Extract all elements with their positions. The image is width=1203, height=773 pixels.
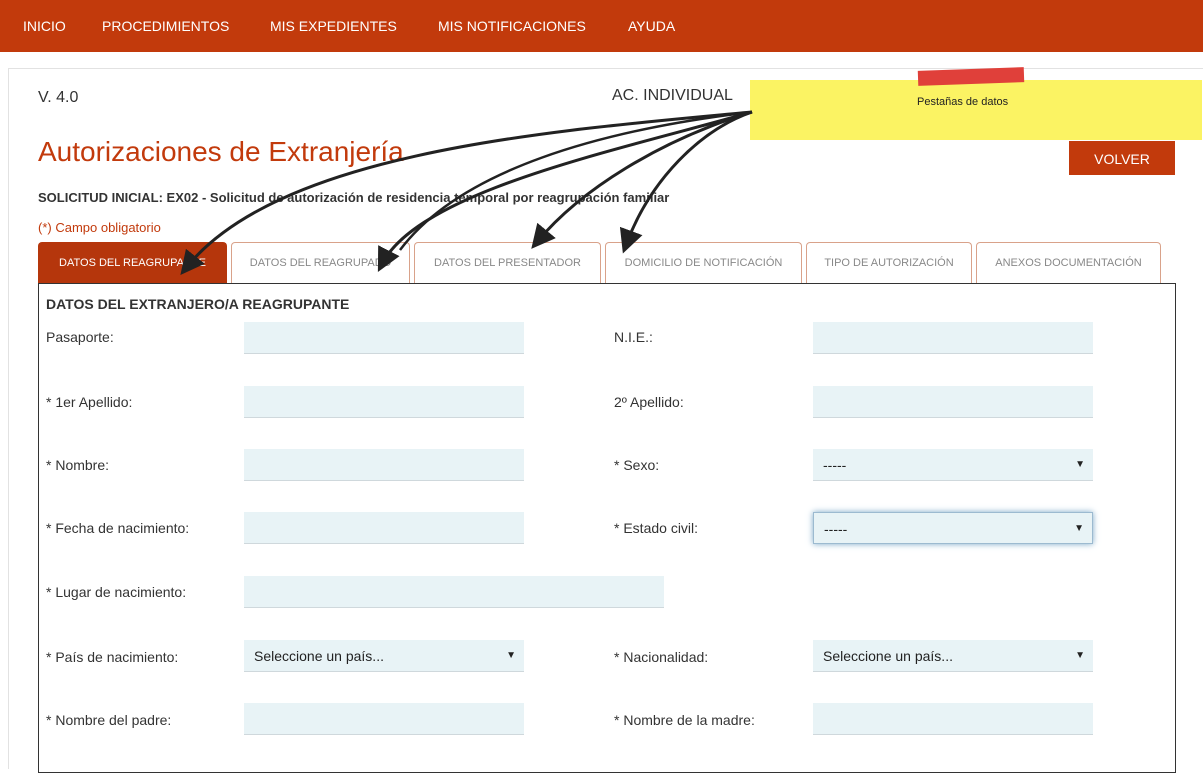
caret-down-icon: ▼: [1075, 650, 1085, 661]
annotation-label: Pestañas de datos: [917, 96, 1009, 108]
tab-domicilio-notificacion[interactable]: DOMICILIO DE NOTIFICACIÓN: [605, 242, 802, 283]
apellido1-label: * 1er Apellido:: [46, 394, 133, 410]
nombre-label: * Nombre:: [46, 457, 110, 473]
top-nav: INICIO PROCEDIMIENTOS MIS EXPEDIENTES MI…: [0, 0, 1203, 52]
nacionalidad-select-value: Seleccione un país...: [823, 648, 953, 664]
lugar-nacimiento-label: * Lugar de nacimiento:: [46, 584, 187, 600]
nav-ayuda[interactable]: AYUDA: [628, 18, 675, 34]
fecha-nacimiento-input[interactable]: [244, 512, 524, 544]
fecha-nacimiento-label: * Fecha de nacimiento:: [46, 520, 190, 536]
caret-down-icon: ▼: [1075, 459, 1085, 470]
nombre-input[interactable]: [244, 449, 524, 481]
estado-civil-select-value: -----: [824, 521, 848, 537]
apellido1-input[interactable]: [244, 386, 524, 418]
page-title: Autorizaciones de Extranjería: [38, 136, 404, 167]
sexo-label: * Sexo:: [614, 457, 660, 473]
tab-datos-reagrupante[interactable]: DATOS DEL REAGRUPANTE: [38, 242, 227, 283]
nie-input[interactable]: [813, 322, 1093, 354]
nie-label: N.I.E.:: [614, 329, 653, 345]
tab-tipo-autorizacion[interactable]: TIPO DE AUTORIZACIÓN: [806, 242, 972, 283]
required-field-note: (*) Campo obligatorio: [38, 220, 161, 235]
mode-label: AC. INDIVIDUAL: [612, 87, 733, 104]
pasaporte-label: Pasaporte:: [46, 329, 114, 345]
volver-button[interactable]: VOLVER: [1069, 141, 1175, 175]
estado-civil-label: * Estado civil:: [614, 520, 699, 536]
section-title: DATOS DEL EXTRANJERO/A REAGRUPANTE: [46, 296, 350, 312]
nav-mis-expedientes[interactable]: MIS EXPEDIENTES: [270, 18, 397, 34]
caret-down-icon: ▼: [506, 650, 516, 661]
annotation-highlight: [750, 80, 1202, 140]
apellido2-input[interactable]: [813, 386, 1093, 418]
nacionalidad-label: * Nacionalidad:: [614, 649, 709, 665]
caret-down-icon: ▼: [1074, 523, 1084, 534]
nombre-madre-label: * Nombre de la madre:: [614, 712, 755, 728]
nombre-padre-label: * Nombre del padre:: [46, 712, 172, 728]
nombre-madre-input[interactable]: [813, 703, 1093, 735]
sexo-select[interactable]: ----- ▼: [813, 449, 1093, 481]
nav-mis-notificaciones[interactable]: MIS NOTIFICACIONES: [438, 18, 586, 34]
pais-nacimiento-label: * País de nacimiento:: [46, 649, 179, 665]
nombre-padre-input[interactable]: [244, 703, 524, 735]
apellido2-label: 2º Apellido:: [614, 394, 684, 410]
tab-anexos-documentacion[interactable]: ANEXOS DOCUMENTACIÓN: [976, 242, 1161, 283]
nav-procedimientos[interactable]: PROCEDIMIENTOS: [102, 18, 229, 34]
tab-datos-reagrupado[interactable]: DATOS DEL REAGRUPADO: [231, 242, 410, 283]
estado-civil-select[interactable]: ----- ▼: [813, 512, 1093, 544]
pais-nacimiento-select-value: Seleccione un país...: [254, 648, 384, 664]
pais-nacimiento-select[interactable]: Seleccione un país... ▼: [244, 640, 524, 672]
request-subtitle: SOLICITUD INICIAL: EX02 - Solicitud de a…: [38, 190, 670, 205]
pasaporte-input[interactable]: [244, 322, 524, 354]
lugar-nacimiento-input[interactable]: [244, 576, 664, 608]
sexo-select-value: -----: [823, 457, 847, 473]
nav-inicio[interactable]: INICIO: [23, 18, 66, 34]
nacionalidad-select[interactable]: Seleccione un país... ▼: [813, 640, 1093, 672]
tab-datos-presentador[interactable]: DATOS DEL PRESENTADOR: [414, 242, 601, 283]
version-label: V. 4.0: [38, 89, 79, 106]
